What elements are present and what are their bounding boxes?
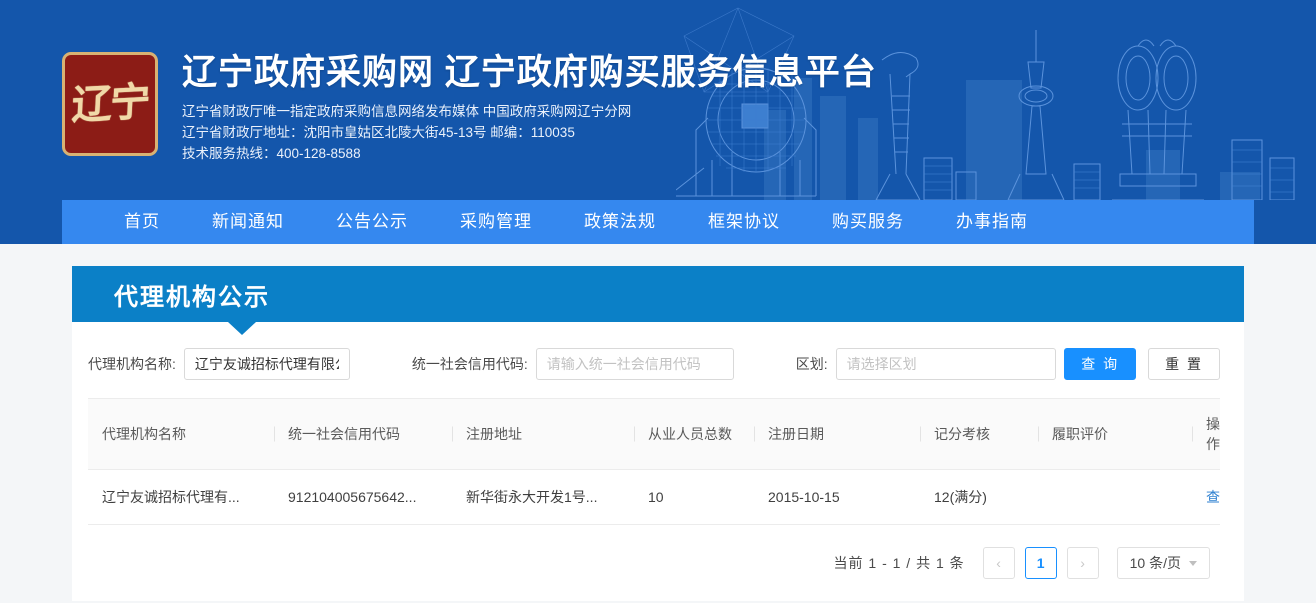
results-table-wrapper: 代理机构名称 统一社会信用代码 注册地址 从业人员总数 注册日期 记分考核 履职… [72,398,1244,525]
pagination-prev-button[interactable]: ‹ [982,547,1015,579]
cell-credit-code: 912104005675642... [274,469,452,525]
nav-strip: 首页 新闻通知 公告公示 采购管理 政策法规 框架协议 购买服务 办事指南 [62,200,1254,244]
th-operation: 操作 [1192,398,1220,470]
table-header: 代理机构名称 统一社会信用代码 注册地址 从业人员总数 注册日期 记分考核 履职… [88,398,1220,470]
nav-item-notices[interactable]: 公告公示 [310,200,434,244]
page-content-wrapper: 代理机构公示 代理机构名称: 统一社会信用代码: 区划: 查 询 重 置 [0,244,1316,601]
title-notch-icon [228,322,256,335]
region-select[interactable] [835,348,1056,380]
cell-operation: 查看详情 [1192,469,1220,525]
view-detail-link[interactable]: 查看详情 [1206,489,1220,505]
th-credit-code: 统一社会信用代码 [274,398,452,470]
site-logo[interactable]: 辽宁 [62,52,158,156]
th-register-date: 注册日期 [754,398,920,470]
pagination-next-button[interactable]: › [1066,547,1099,579]
agency-name-label: 代理机构名称: [88,356,176,372]
logo-text: 辽宁 [70,78,150,129]
pagination-total-text: 当前 1 - 1 / 共 1 条 [833,555,965,571]
page-size-label: 10 条/页 [1129,555,1181,571]
panel-title-bar: 代理机构公示 [72,266,1244,335]
pagination-page-1[interactable]: 1 [1024,547,1057,579]
cell-agency-name: 辽宁友诚招标代理有... [88,469,274,525]
filter-region: 区划: [796,348,1056,380]
th-staff-count: 从业人员总数 [634,398,754,470]
cell-score: 12(满分) [920,469,1038,525]
pagination: 当前 1 - 1 / 共 1 条 ‹ 1 › 10 条/页 [72,525,1244,579]
reset-button[interactable]: 重 置 [1148,348,1220,380]
cell-staff-count: 10 [634,469,754,525]
site-subtitle: 辽宁省财政厅唯一指定政府采购信息网络发布媒体 中国政府采购网辽宁分网 辽宁省财政… [182,102,877,164]
credit-code-label: 统一社会信用代码: [411,356,528,372]
nav-item-procurement-management[interactable]: 采购管理 [434,200,558,244]
cell-evaluation [1038,469,1192,525]
table-row: 辽宁友诚招标代理有... 912104005675642... 新华街永大开发1… [88,469,1220,525]
nav-item-framework-agreement[interactable]: 框架协议 [682,200,806,244]
main-navigation: 首页 新闻通知 公告公示 采购管理 政策法规 框架协议 购买服务 办事指南 [0,200,1316,244]
credit-code-input[interactable] [535,348,734,380]
subtitle-line-1: 辽宁省财政厅唯一指定政府采购信息网络发布媒体 中国政府采购网辽宁分网 [182,103,632,119]
cell-register-date: 2015-10-15 [754,469,920,525]
nav-item-home[interactable]: 首页 [98,200,186,244]
subtitle-line-2: 辽宁省财政厅地址：沈阳市皇姑区北陵大街45-13号 邮编：110035 [182,124,575,140]
filter-agency-name: 代理机构名称: [88,348,350,380]
th-address: 注册地址 [452,398,634,470]
page-title: 代理机构公示 [114,283,270,311]
th-agency-name: 代理机构名称 [88,398,274,470]
cell-address: 新华街永大开发1号... [452,469,634,525]
agency-name-input[interactable] [183,348,350,380]
th-evaluation: 履职评价 [1038,398,1192,470]
table-body: 辽宁友诚招标代理有... 912104005675642... 新华街永大开发1… [88,469,1220,525]
agency-results-table: 代理机构名称 统一社会信用代码 注册地址 从业人员总数 注册日期 记分考核 履职… [88,398,1220,525]
content-panel: 代理机构公示 代理机构名称: 统一社会信用代码: 区划: 查 询 重 置 [72,266,1244,601]
subtitle-line-3: 技术服务热线：400-128-8588 [182,145,361,161]
filter-credit-code: 统一社会信用代码: [412,348,734,380]
site-header: 辽宁 辽宁政府采购网 辽宁政府购买服务信息平台 辽宁省财政厅唯一指定政府采购信息… [0,0,1316,200]
search-button[interactable]: 查 询 [1064,348,1137,380]
table-header-row: 代理机构名称 统一社会信用代码 注册地址 从业人员总数 注册日期 记分考核 履职… [88,398,1220,470]
nav-item-news[interactable]: 新闻通知 [186,200,310,244]
site-title: 辽宁政府采购网 辽宁政府购买服务信息平台 [182,53,877,92]
th-score: 记分考核 [920,398,1038,470]
nav-item-policy[interactable]: 政策法规 [558,200,682,244]
page-size-select[interactable]: 10 条/页 [1116,547,1210,579]
chevron-down-icon [1189,560,1197,566]
region-label: 区划: [795,356,828,372]
nav-item-purchase-service[interactable]: 购买服务 [806,200,930,244]
nav-item-guide[interactable]: 办事指南 [930,200,1054,244]
